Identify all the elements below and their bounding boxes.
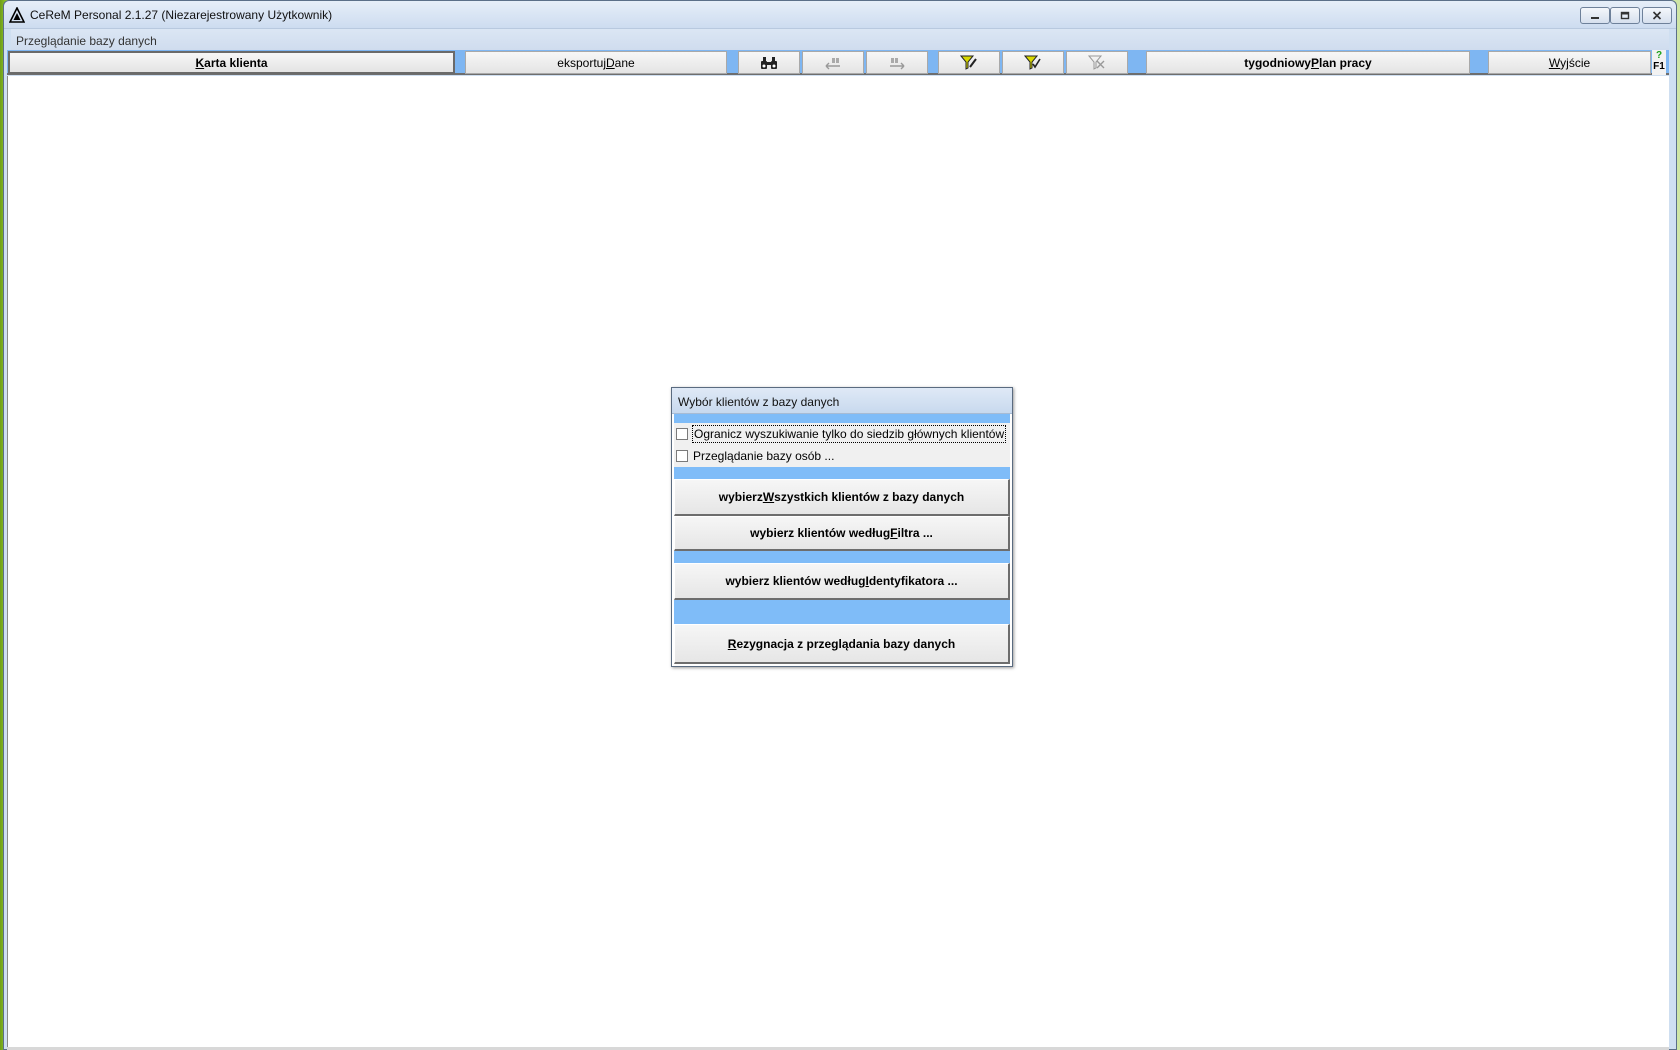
- cancel-browsing-button[interactable]: Rezygnacja z przeglądania bazy danych: [674, 624, 1010, 664]
- hotkey: K: [195, 55, 205, 70]
- hotkey: D: [606, 55, 615, 70]
- label-pre: wybierz klientów według: [725, 574, 866, 588]
- dialog-separator: [674, 600, 1010, 624]
- select-by-filter-button[interactable]: wybierz klientów według Filtra ...: [674, 516, 1010, 551]
- label-post: szystkich klientów z bazy danych: [774, 490, 965, 504]
- minimize-button[interactable]: [1580, 7, 1610, 24]
- select-by-id-button[interactable]: wybierz klientów według Identyfikatora .…: [674, 563, 1010, 600]
- close-icon: [1652, 11, 1662, 20]
- hotkey: W: [762, 490, 775, 504]
- label-post: lan pracy: [1318, 55, 1372, 70]
- dialog-title: Wybór klientów z bazy danych: [678, 395, 840, 409]
- restore-icon: [1620, 11, 1630, 20]
- submenu-label: Przeglądanie bazy danych: [16, 34, 157, 48]
- eksportuj-dane-button[interactable]: eksportuj Dane: [465, 51, 727, 74]
- title-bar[interactable]: CeReM Personal 2.1.27 (Niezarejestrowany…: [4, 1, 1676, 29]
- plan-pracy-button[interactable]: tygodniowy Plan pracy: [1146, 51, 1470, 74]
- hotkey: F: [890, 526, 898, 540]
- label-post: yjście: [1560, 55, 1591, 70]
- filter-apply-icon: [1024, 55, 1041, 70]
- next-record-icon: [890, 57, 905, 69]
- filter-apply-button[interactable]: [1002, 51, 1064, 74]
- label-post: arta klienta: [204, 55, 268, 70]
- search-button[interactable]: [738, 51, 800, 74]
- previous-record-button[interactable]: [802, 51, 864, 74]
- filter-clear-button[interactable]: [1066, 51, 1128, 74]
- dialog-title-bar[interactable]: Wybór klientów z bazy danych: [672, 388, 1012, 414]
- filter-clear-icon: [1088, 55, 1105, 70]
- toolbar: Karta klienta eksportuj Dane tygodniowy …: [7, 50, 1669, 75]
- label-post: dentyfikatora ...: [868, 574, 958, 588]
- client-selection-dialog: Wybór klientów z bazy danych Ogranicz wy…: [671, 387, 1013, 667]
- label-post: iltra ...: [897, 526, 933, 540]
- close-button[interactable]: [1642, 7, 1672, 24]
- wyjscie-button[interactable]: Wyjście: [1488, 51, 1651, 74]
- window-title: CeReM Personal 2.1.27 (Niezarejestrowany…: [30, 8, 333, 22]
- dialog-separator: [674, 467, 1010, 479]
- cerem-triangle-icon: [9, 7, 25, 23]
- hotkey: P: [1310, 55, 1319, 70]
- label-post: ane: [614, 55, 635, 70]
- select-all-clients-button[interactable]: wybierz Wszystkich klientów z bazy danyc…: [674, 479, 1010, 516]
- dialog-separator: [674, 551, 1010, 563]
- next-record-button[interactable]: [866, 51, 928, 74]
- hotkey: W: [1548, 55, 1561, 70]
- label-pre: tygodniowy: [1244, 55, 1311, 70]
- restore-button[interactable]: [1610, 7, 1640, 24]
- help-mark: ?: [1655, 50, 1663, 61]
- help-f1-button[interactable]: ? F1: [1652, 50, 1666, 75]
- filter-edit-icon: [960, 55, 977, 70]
- dialog-separator: [674, 414, 1010, 423]
- checkbox-main-only-box[interactable]: [676, 428, 688, 440]
- label-pre: eksportuj: [557, 55, 606, 70]
- karta-klienta-button[interactable]: Karta klienta: [8, 51, 455, 74]
- checkbox-persons[interactable]: Przeglądanie bazy osób ...: [674, 445, 1010, 467]
- checkbox-main-only-label: Ogranicz wyszukiwanie tylko do siedzib g…: [692, 425, 1007, 443]
- checkbox-persons-box[interactable]: [676, 450, 688, 462]
- minimize-icon: [1591, 16, 1599, 19]
- checkbox-persons-label: Przeglądanie bazy osób ...: [693, 449, 835, 463]
- label-pre: wybierz klientów według: [750, 526, 891, 540]
- submenu-bar: Przeglądanie bazy danych: [11, 29, 1669, 51]
- label-pre: wybierz: [718, 490, 763, 504]
- label-post: ezygnacja z przeglądania bazy danych: [736, 636, 956, 651]
- filter-edit-button[interactable]: [938, 51, 1000, 74]
- binoculars-icon: [761, 56, 777, 69]
- previous-record-icon: [825, 57, 840, 69]
- hotkey: R: [727, 636, 737, 651]
- help-key: F1: [1653, 61, 1665, 72]
- checkbox-main-only[interactable]: Ogranicz wyszukiwanie tylko do siedzib g…: [674, 423, 1010, 445]
